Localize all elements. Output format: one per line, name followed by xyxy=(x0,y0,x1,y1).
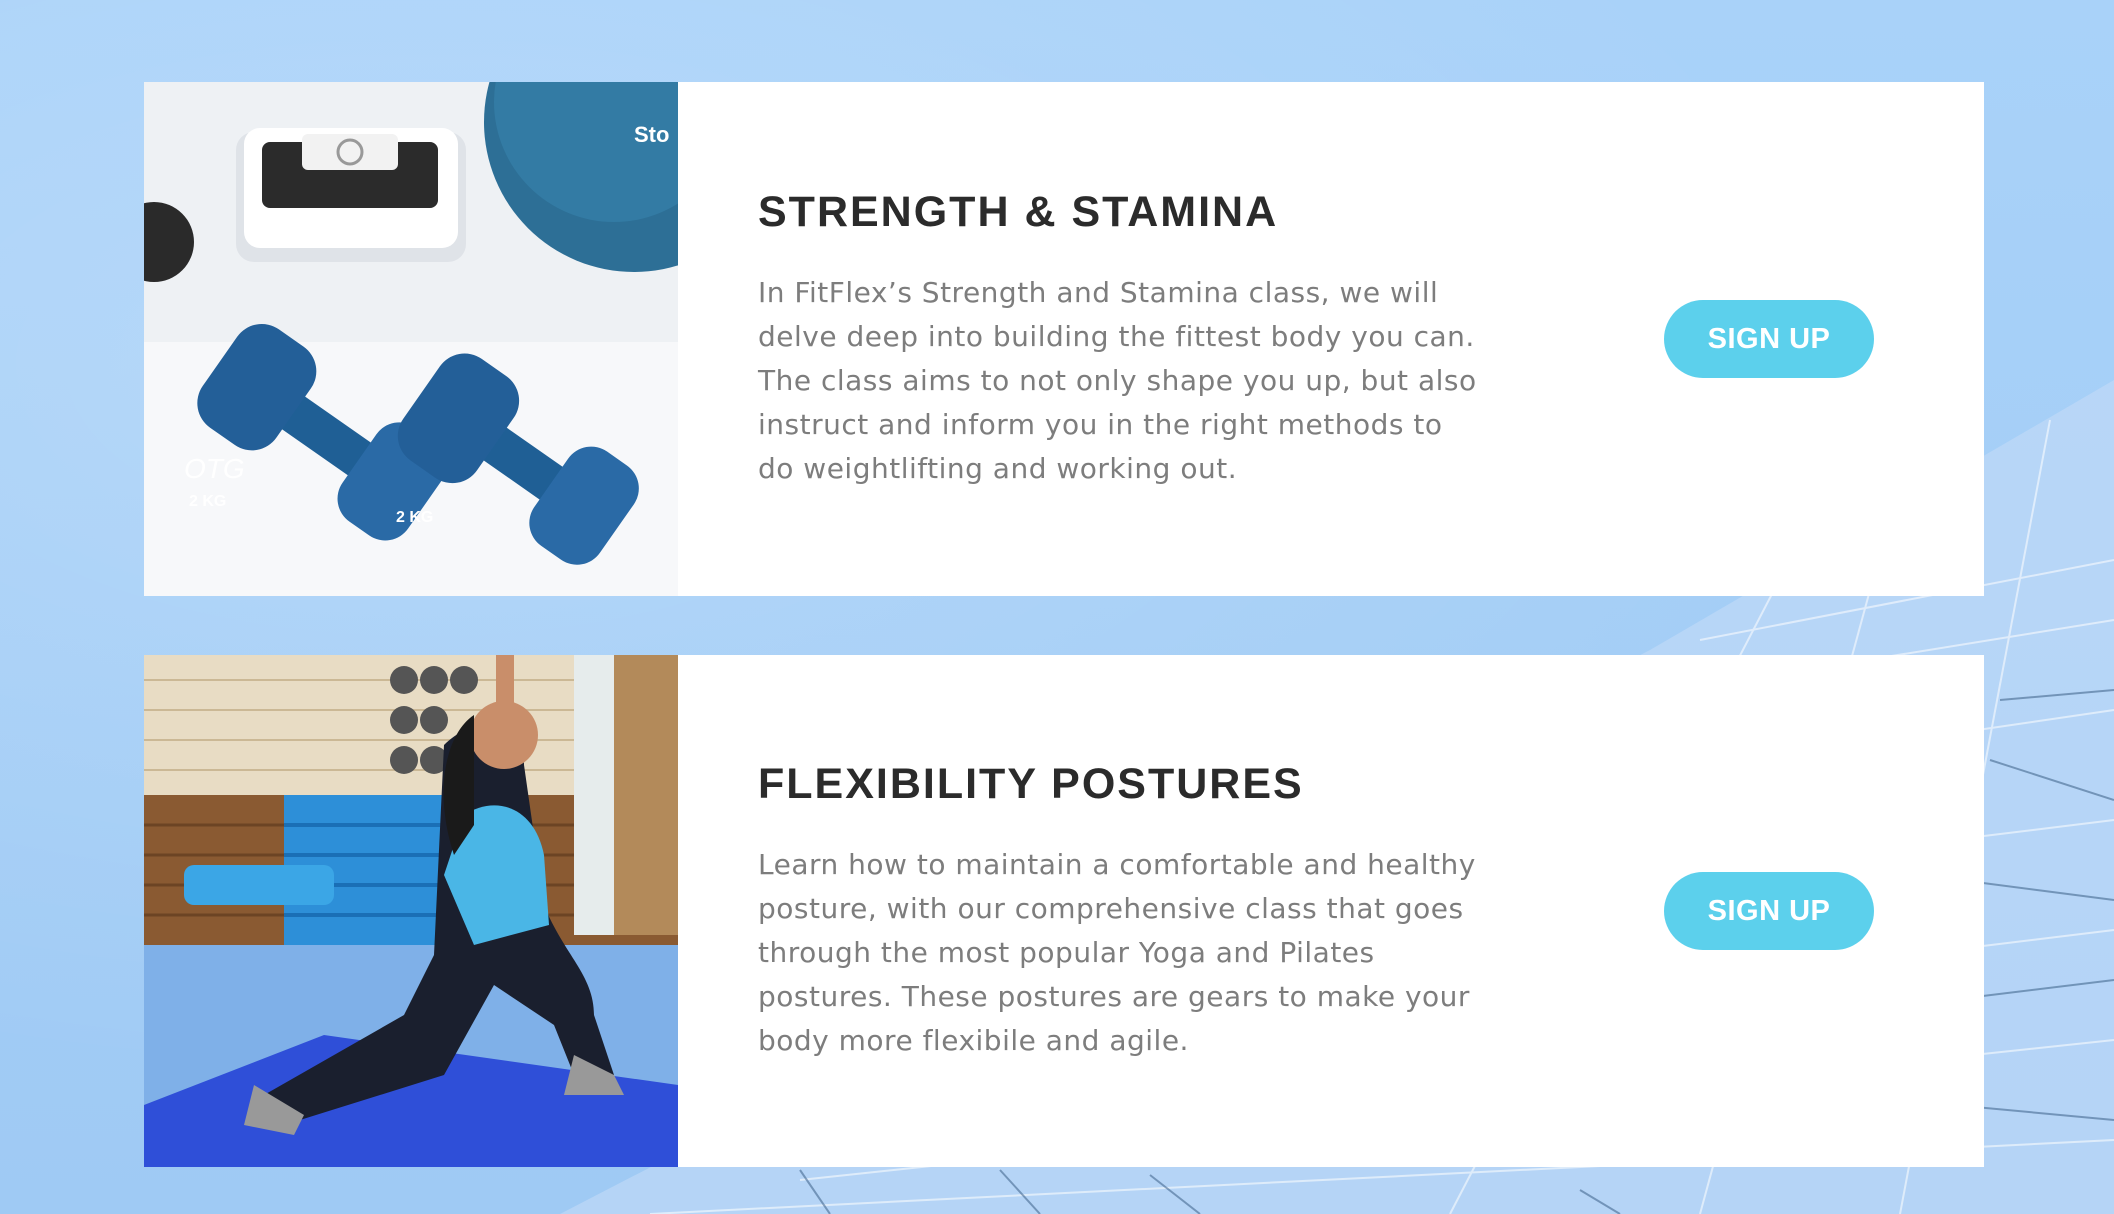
yoga-pose-image xyxy=(144,655,678,1167)
class-title: STRENGTH & STAMINA xyxy=(758,187,1279,236)
class-description: In FitFlex’s Strength and Stamina class,… xyxy=(758,275,1477,485)
dumbbells-image: Sto OTG 2 KG 2 KG xyxy=(144,82,678,596)
class-card-flexibility: FLEXIBILITY POSTURES Learn how to mainta… xyxy=(144,655,1984,1167)
ball-label: Sto xyxy=(634,122,669,147)
class-card-strength: Sto OTG 2 KG 2 KG STRENGTH & STAMINA In … xyxy=(144,82,1984,596)
class-card-body: STRENGTH & STAMINA In FitFlex’s Strength… xyxy=(678,82,1478,596)
class-description: Learn how to maintain a comfortable and … xyxy=(758,847,1476,1057)
sign-up-button-strength[interactable]: SIGN UP xyxy=(1664,300,1874,378)
dumbbell-brand-label: OTG xyxy=(184,453,245,484)
sign-up-button-flexibility[interactable]: SIGN UP xyxy=(1664,872,1874,950)
class-card-body: FLEXIBILITY POSTURES Learn how to mainta… xyxy=(678,655,1478,1167)
dumbbell-weight-label: 2 KG xyxy=(189,493,226,510)
dumbbell-weight-label-2: 2 KG xyxy=(396,509,433,526)
class-title: FLEXIBILITY POSTURES xyxy=(758,759,1304,808)
